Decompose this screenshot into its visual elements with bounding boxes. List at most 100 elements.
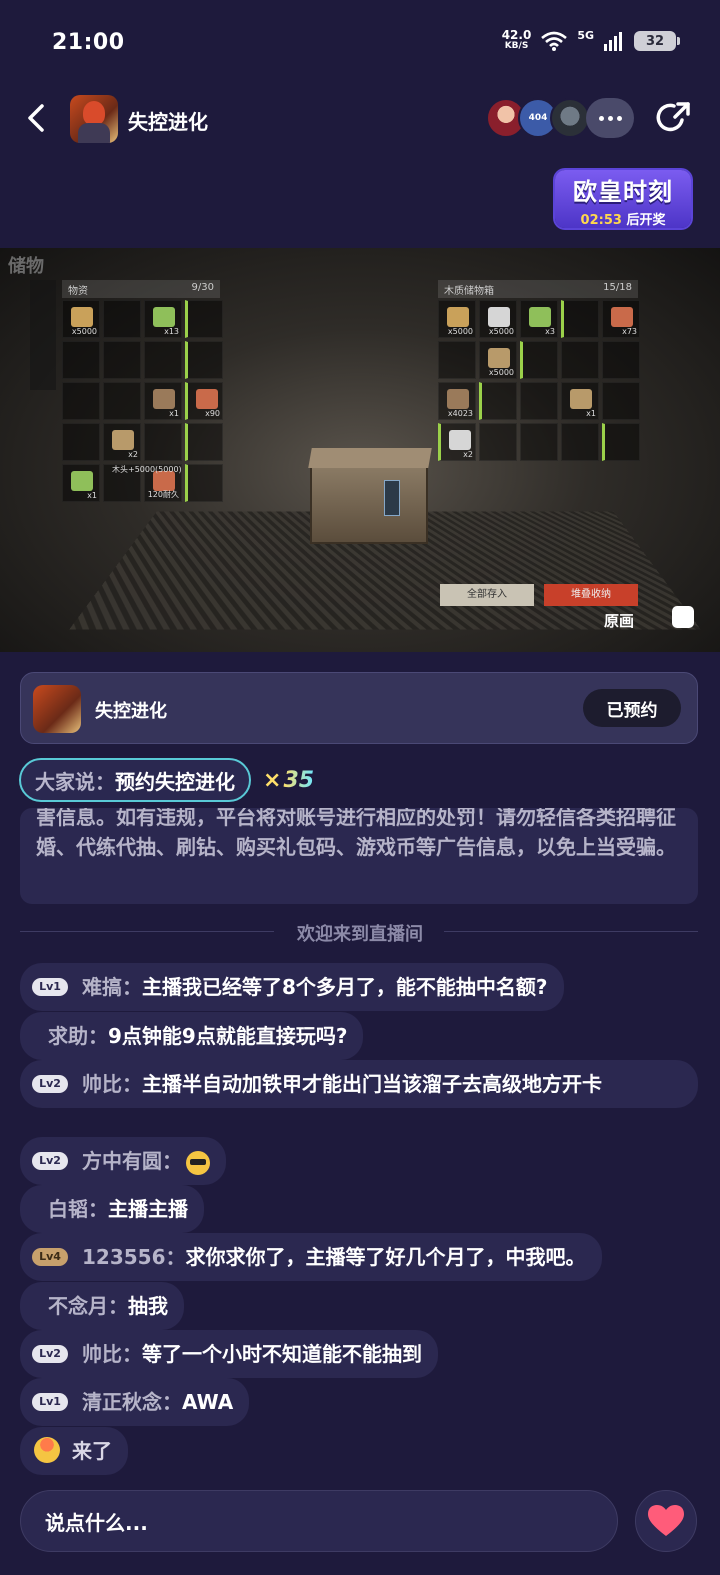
left-panel-header: 物资 9/30 [62, 280, 220, 298]
item-quantity: 120耐久 [147, 490, 179, 499]
inventory-slot [520, 341, 558, 379]
item-quantity: x1 [586, 409, 596, 418]
share-icon[interactable] [654, 98, 694, 138]
game-logo [33, 685, 81, 733]
item-quantity: x5000 [447, 327, 473, 336]
everyone-says-chip[interactable]: 大家说： 预约失控进化 [19, 758, 251, 802]
game-logo[interactable] [70, 95, 118, 143]
item-quantity: x5000 [488, 368, 514, 377]
inventory-slot: x1 [62, 464, 100, 502]
inventory-slot: x1 [561, 382, 599, 420]
chat-message[interactable]: Lv1 难搞：主播我已经等了8个多月了，能不能抽中名额? [20, 963, 564, 1011]
say-count: ×35 [263, 767, 315, 793]
item-icon [449, 430, 471, 450]
item-icon [196, 389, 218, 409]
inventory-slot [520, 423, 558, 461]
item-quantity: x5000 [71, 327, 97, 336]
lucky-moment-badge[interactable]: 欧皇时刻 02:53 后开奖 [555, 170, 691, 228]
inventory-slot [561, 423, 599, 461]
item-icon [488, 307, 510, 327]
chat-text: 来了 [72, 1439, 112, 1463]
chat-message[interactable]: Lv4 123556：求你求你了，主播等了好几个月了，中我吧。 [20, 1233, 602, 1281]
chat-username: 帅比： [82, 1072, 142, 1096]
inventory-slot [602, 341, 640, 379]
inventory-slot: x1 [144, 382, 182, 420]
wifi-icon [541, 31, 568, 51]
inventory-slot: x5000 [438, 300, 476, 338]
chat-input[interactable]: 说点什么... [20, 1490, 618, 1552]
chat-username: 帅比： [82, 1342, 142, 1366]
chat-message[interactable]: 求助：9点钟能9点就能直接玩吗? [20, 1012, 364, 1060]
game-reservation-card[interactable]: 失控进化 已预约 [20, 672, 698, 744]
inventory-slot [479, 382, 517, 420]
item-tooltip: 木头+5000(5000) [112, 465, 182, 474]
item-quantity: x90 [205, 409, 220, 418]
level-badge: Lv2 [32, 1345, 68, 1363]
item-quantity: x4023 [447, 409, 473, 418]
chat-message[interactable]: 白韬：主播主播 [20, 1185, 204, 1233]
chat-text: 等了一个小时不知道能不能抽到 [142, 1342, 422, 1366]
inventory-slot: x5000 [479, 300, 517, 338]
net-speed: 42.0 KB/S [501, 28, 532, 51]
battery-icon: 32 [634, 31, 680, 51]
sort-button: 堆叠收纳 [544, 584, 638, 606]
inventory-slot: x13 [144, 300, 182, 338]
inventory-slot [561, 300, 599, 338]
level-badge: Lv4 [32, 1248, 68, 1266]
item-quantity: x2 [128, 450, 138, 459]
chat-message[interactable]: Lv2 方中有圆： [20, 1137, 226, 1185]
more-icon[interactable] [586, 98, 634, 138]
item-icon [71, 307, 93, 327]
chat-text: 求你求你了，主播等了好几个月了，中我吧。 [185, 1245, 586, 1269]
game-sidebar [30, 280, 56, 390]
chat-username: 求助： [48, 1024, 108, 1048]
storage-crate [310, 466, 428, 544]
item-quantity: x2 [463, 450, 473, 459]
status-icons: 42.0 KB/S 5G 32 [501, 28, 680, 52]
welcome-text: 欢迎来到直播间 [297, 924, 423, 945]
viewer-avatars[interactable]: 404 [486, 98, 634, 138]
reserved-button[interactable]: 已预约 [583, 689, 681, 727]
clock: 21:00 [52, 30, 125, 55]
fullscreen-icon[interactable] [672, 606, 694, 628]
level-badge: Lv1 [32, 1393, 68, 1411]
chat-text: 抽我 [128, 1294, 168, 1318]
chat-message-join[interactable]: 来了 [20, 1427, 128, 1475]
like-button[interactable] [635, 1490, 697, 1552]
signal-icon [604, 32, 622, 51]
chat-text: 主播主播 [108, 1197, 188, 1221]
inventory-slot [185, 300, 223, 338]
chat-username: 方中有圆： [82, 1149, 182, 1173]
back-icon[interactable] [22, 98, 52, 138]
item-quantity: x1 [169, 409, 179, 418]
inventory-slot: x5000 [62, 300, 100, 338]
level-badge: Lv1 [32, 978, 68, 996]
chat-text: 9点钟能9点就能直接玩吗? [108, 1024, 348, 1048]
chat-username: 清正秋念： [82, 1390, 182, 1414]
item-icon [153, 389, 175, 409]
chat-message[interactable]: Lv2 帅比：等了一个小时不知道能不能抽到 [20, 1330, 438, 1378]
original-quality-button[interactable]: 原画 [604, 610, 634, 631]
lucky-title: 欧皇时刻 [573, 178, 673, 206]
inventory-slot: x4023 [438, 382, 476, 420]
inventory-slot [144, 423, 182, 461]
chat-message[interactable]: Lv2 帅比：主播半自动加铁甲才能出门当该溜子去高级地方开卡 [20, 1060, 698, 1108]
room-title: 失控进化 [128, 110, 208, 134]
shocked-emoji-icon [34, 1437, 60, 1463]
inventory-slot [561, 341, 599, 379]
notice-text: 害信息。如有违规，平台将对账号进行相应的处罚！请勿轻信各类招聘征婚、代练代抽、刷… [36, 808, 676, 859]
chat-username: 不念月： [48, 1294, 128, 1318]
item-icon [488, 348, 510, 368]
chat-message[interactable]: Lv1 清正秋念：AWA [20, 1378, 250, 1426]
chat-message[interactable]: 不念月：抽我 [20, 1282, 184, 1330]
inventory-slot [602, 382, 640, 420]
item-icon [570, 389, 592, 409]
avatar[interactable] [550, 98, 590, 138]
inventory-slot [144, 341, 182, 379]
inventory-slot: x3 [520, 300, 558, 338]
live-video[interactable]: 储物 物资 9/30 x5000 x13 x1 x90 x2 x1 120耐久 木质储物箱 15… [0, 248, 720, 652]
lucky-countdown: 02:53 后开奖 [580, 213, 666, 228]
inventory-slot [62, 382, 100, 420]
inventory-slot [479, 423, 517, 461]
heart-icon [648, 1505, 684, 1536]
